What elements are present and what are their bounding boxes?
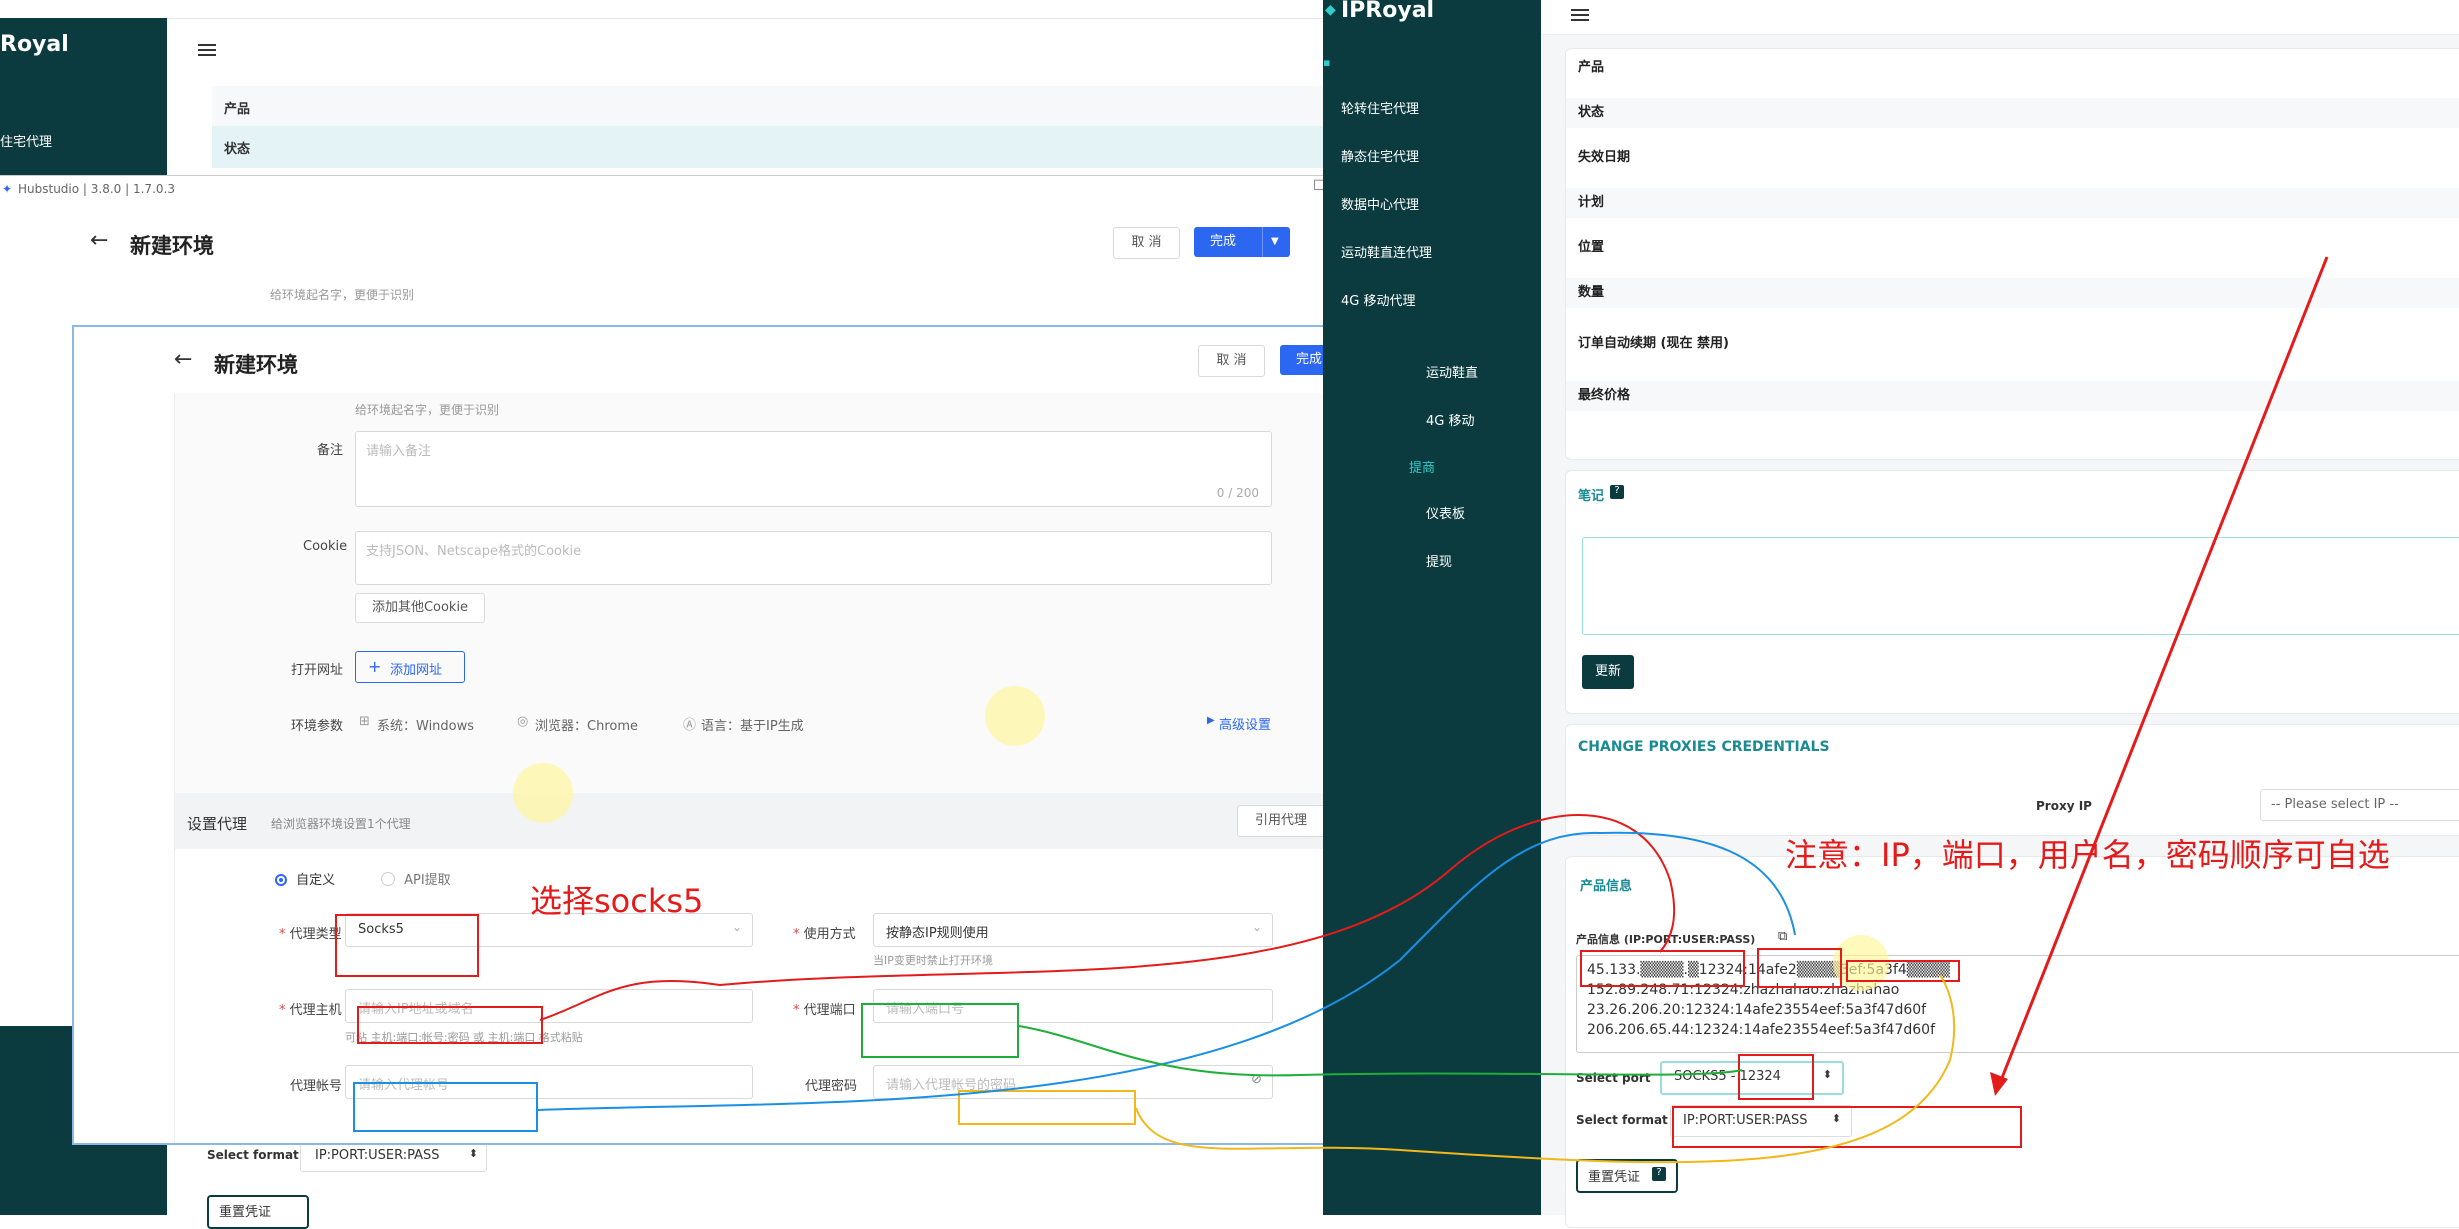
green-connector (1018, 1025, 1743, 1077)
yellow-connector (1135, 974, 1956, 1164)
blue-connector (537, 831, 1796, 1111)
red-arrow-line (1996, 256, 2329, 1089)
red-arrow-head (1990, 1072, 2008, 1096)
red-connector (539, 814, 1676, 1021)
connector-lines (537, 256, 2329, 1164)
